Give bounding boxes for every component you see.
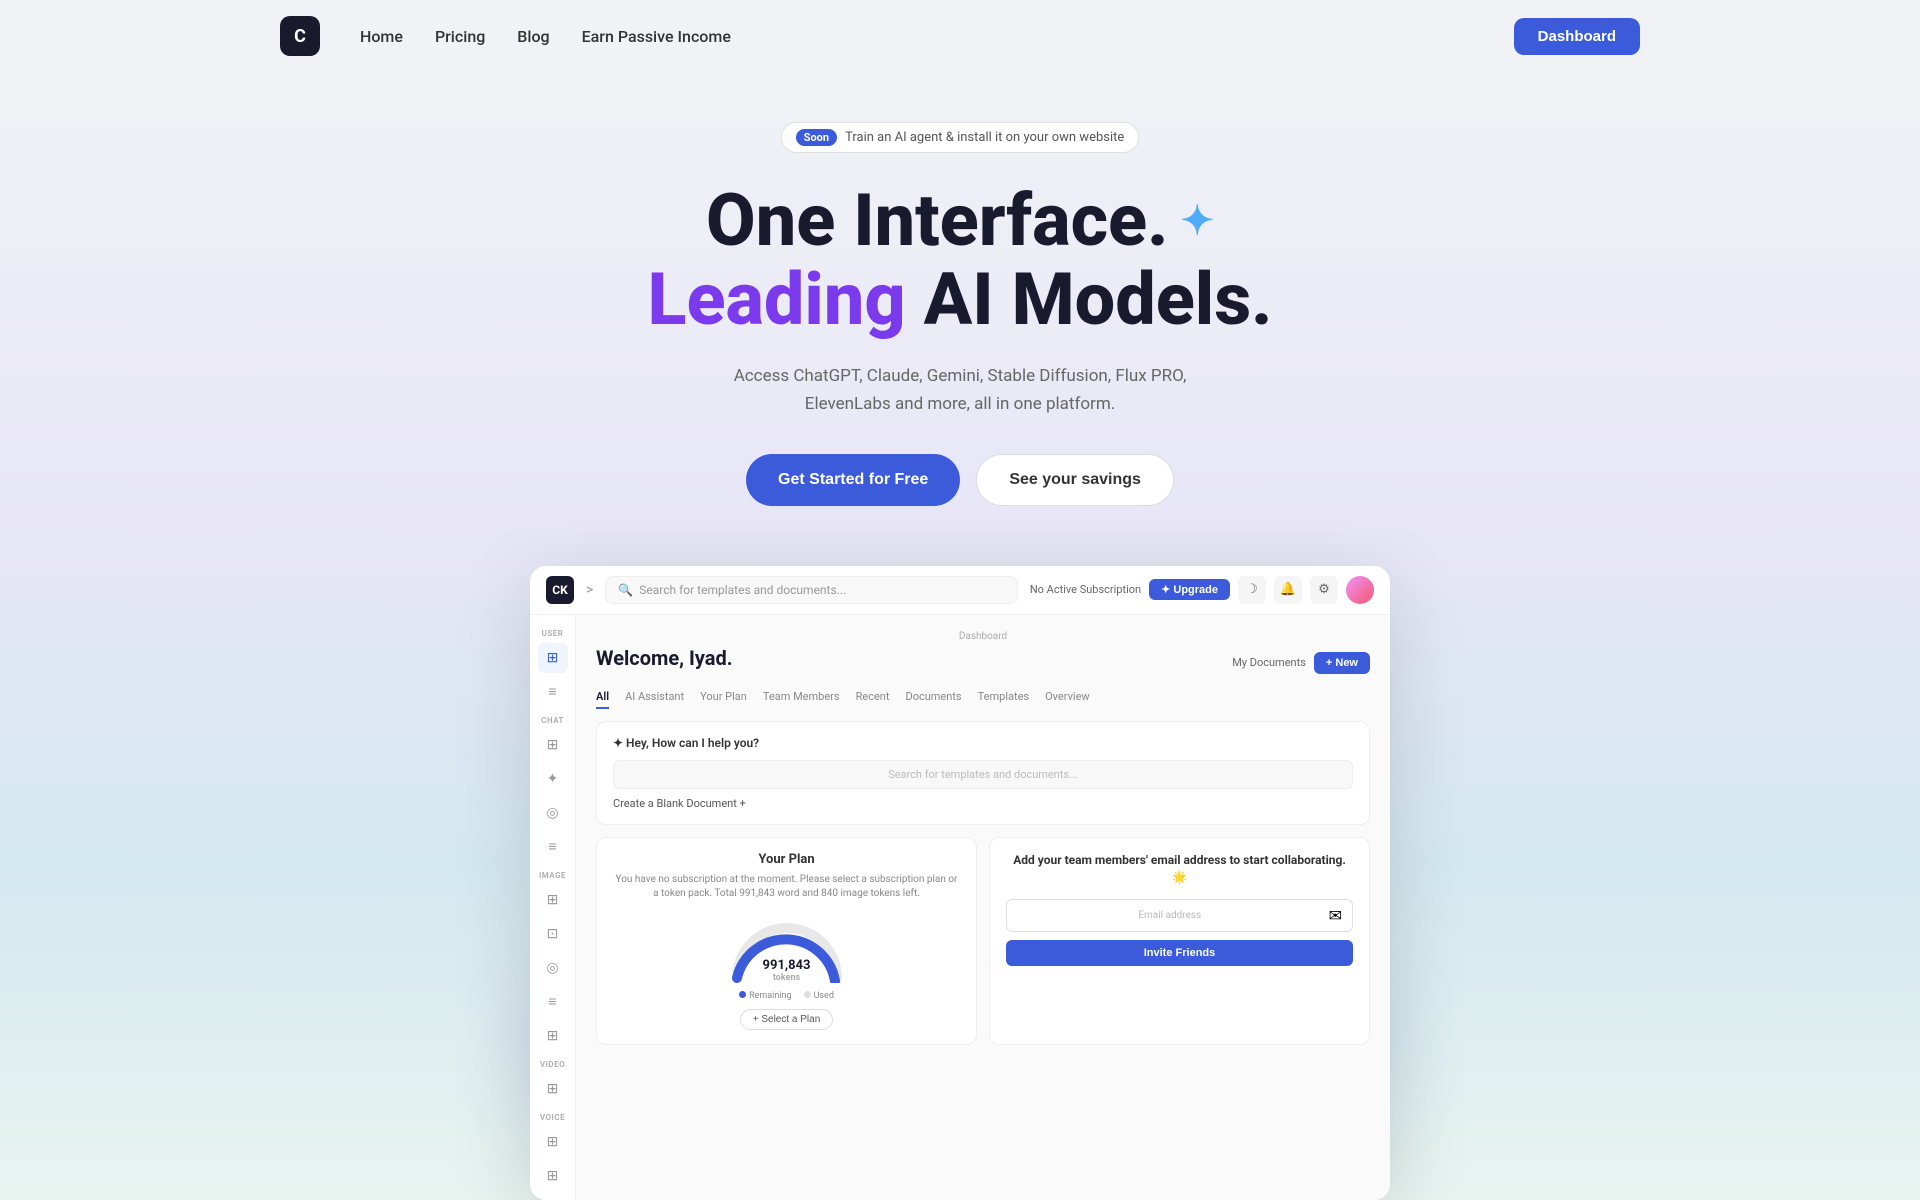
hero-headline2-dark: AI Models. [924, 257, 1273, 342]
sidebar-icon-chat1[interactable]: ⊞ [538, 730, 568, 760]
sidebar-icon-video1[interactable]: ⊞ [538, 1074, 568, 1104]
sparkle-icon: ✦ [1180, 199, 1214, 243]
db-team-card: Add your team members' email address to … [989, 837, 1370, 1045]
logo[interactable]: C [280, 16, 320, 56]
db-tab-plan[interactable]: Your Plan [700, 690, 747, 709]
db-email-row[interactable]: Email address ✉ [1006, 899, 1353, 932]
hero-headline2: Leading AI Models. [0, 260, 1920, 339]
db-arrow-icon: > [586, 582, 593, 598]
db-tab-ai[interactable]: AI Assistant [625, 690, 684, 709]
db-search[interactable]: 🔍 Search for templates and documents... [605, 576, 1017, 604]
sidebar-icon-grid[interactable]: ⊞ [538, 643, 568, 673]
db-breadcrumb: Dashboard [596, 631, 1370, 642]
hero-badge: Soon Train an AI agent & install it on y… [781, 122, 1140, 153]
sidebar-icon-list[interactable]: ≡ [538, 677, 568, 707]
db-plan-desc: You have no subscription at the moment. … [613, 873, 960, 901]
db-moon-icon[interactable]: ☽ [1238, 576, 1266, 604]
sidebar-icon-chat2[interactable]: ✦ [538, 764, 568, 794]
nav-item-pricing[interactable]: Pricing [435, 27, 485, 46]
db-new-button[interactable]: + New [1314, 652, 1370, 674]
db-cards-row: Your Plan You have no subscription at th… [596, 837, 1370, 1045]
db-tab-all[interactable]: All [596, 690, 609, 709]
db-upgrade-button[interactable]: ✦ Upgrade [1149, 579, 1230, 600]
db-logo: CK [546, 576, 574, 604]
db-search-placeholder: Search for templates and documents... [639, 583, 846, 597]
badge-text: Train an AI agent & install it on your o… [845, 130, 1124, 145]
db-tab-docs[interactable]: Documents [905, 690, 961, 709]
db-gauge-number: 991,843 tokens [763, 958, 811, 983]
hero-headline1: One Interface. ✦ [0, 181, 1920, 260]
db-ai-header: ✦ Hey, How can I help you? [613, 736, 1353, 750]
db-tab-recent[interactable]: Recent [856, 690, 890, 709]
db-welcome-heading: Welcome, Iyad. [596, 646, 733, 670]
db-select-plan-button[interactable]: + Select a Plan [740, 1009, 834, 1030]
sidebar-icon-img4[interactable]: ≡ [538, 987, 568, 1017]
sidebar-icon-chat3[interactable]: ◎ [538, 798, 568, 828]
nav-item-earn[interactable]: Earn Passive Income [582, 27, 731, 46]
sidebar-icon-img5[interactable]: ⊞ [538, 1021, 568, 1051]
db-tab-team[interactable]: Team Members [763, 690, 840, 709]
db-sidebar: USER ⊞ ≡ CHAT ⊞ ✦ ◎ ≡ IMAGE ⊞ ⊡ ◎ ≡ ⊞ VI… [530, 615, 576, 1200]
sidebar-icon-img1[interactable]: ⊞ [538, 885, 568, 915]
sidebar-section-chat: CHAT [530, 710, 575, 727]
sidebar-section-user: USER [530, 623, 575, 640]
db-topbar: CK > 🔍 Search for templates and document… [530, 566, 1390, 615]
sidebar-icon-voice1[interactable]: ⊞ [538, 1127, 568, 1157]
db-ai-search[interactable]: Search for templates and documents... [613, 760, 1353, 789]
hero-headline2-purple: Leading [647, 257, 905, 342]
db-body: USER ⊞ ≡ CHAT ⊞ ✦ ◎ ≡ IMAGE ⊞ ⊡ ◎ ≡ ⊞ VI… [530, 615, 1390, 1200]
hero-section: Soon Train an AI agent & install it on y… [0, 72, 1920, 1200]
nav-item-home[interactable]: Home [360, 27, 403, 46]
sidebar-section-image: IMAGE [530, 865, 575, 882]
db-bell-icon[interactable]: 🔔 [1274, 576, 1302, 604]
hero-buttons: Get Started for Free See your savings [0, 454, 1920, 506]
db-tab-templates[interactable]: Templates [978, 690, 1029, 709]
db-tab-overview[interactable]: Overview [1045, 690, 1090, 709]
db-main-toprow: Welcome, Iyad. My Documents + New [596, 646, 1370, 680]
get-started-button[interactable]: Get Started for Free [746, 454, 960, 506]
see-savings-button[interactable]: See your savings [976, 454, 1174, 506]
nav-item-blog[interactable]: Blog [517, 27, 549, 46]
db-plan-card: Your Plan You have no subscription at th… [596, 837, 977, 1045]
db-email-placeholder: Email address [1017, 910, 1323, 921]
search-icon: 🔍 [618, 583, 633, 597]
nav-links: Home Pricing Blog Earn Passive Income [360, 27, 731, 46]
sidebar-section-voice: VOICE [530, 1107, 575, 1124]
db-my-docs-label: My Documents [1232, 656, 1306, 669]
db-blank-doc[interactable]: Create a Blank Document + [613, 797, 1353, 810]
dashboard-button[interactable]: Dashboard [1514, 18, 1640, 55]
db-plan-title: Your Plan [613, 852, 960, 867]
db-subscription-label: No Active Subscription [1030, 583, 1141, 596]
db-gauge-legend: Remaining Used [613, 991, 960, 1001]
sidebar-section-video: VIDEO [530, 1054, 575, 1071]
hero-description: Access ChatGPT, Claude, Gemini, Stable D… [720, 363, 1200, 417]
navbar: C Home Pricing Blog Earn Passive Income … [0, 0, 1920, 72]
sidebar-icon-img3[interactable]: ◎ [538, 953, 568, 983]
db-tabs: All AI Assistant Your Plan Team Members … [596, 690, 1370, 709]
send-icon: ✉ [1329, 906, 1342, 925]
db-gauge: 991,843 tokens [727, 913, 847, 983]
db-settings-icon[interactable]: ⚙ [1310, 576, 1338, 604]
db-main-content: Dashboard Welcome, Iyad. My Documents + … [576, 615, 1390, 1200]
db-avatar[interactable] [1346, 576, 1374, 604]
nav-left: C Home Pricing Blog Earn Passive Income [280, 16, 731, 56]
dashboard-preview: CK > 🔍 Search for templates and document… [530, 566, 1390, 1200]
db-invite-button[interactable]: Invite Friends [1006, 940, 1353, 966]
badge-soon-label: Soon [796, 129, 837, 146]
db-team-title: Add your team members' email address to … [1006, 852, 1353, 886]
sidebar-icon-chat4[interactable]: ≡ [538, 832, 568, 862]
db-ai-card: ✦ Hey, How can I help you? Search for te… [596, 721, 1370, 825]
db-topbar-right: No Active Subscription ✦ Upgrade ☽ 🔔 ⚙ [1030, 576, 1374, 604]
sidebar-icon-voice2[interactable]: ⊞ [538, 1161, 568, 1191]
sidebar-icon-img2[interactable]: ⊡ [538, 919, 568, 949]
